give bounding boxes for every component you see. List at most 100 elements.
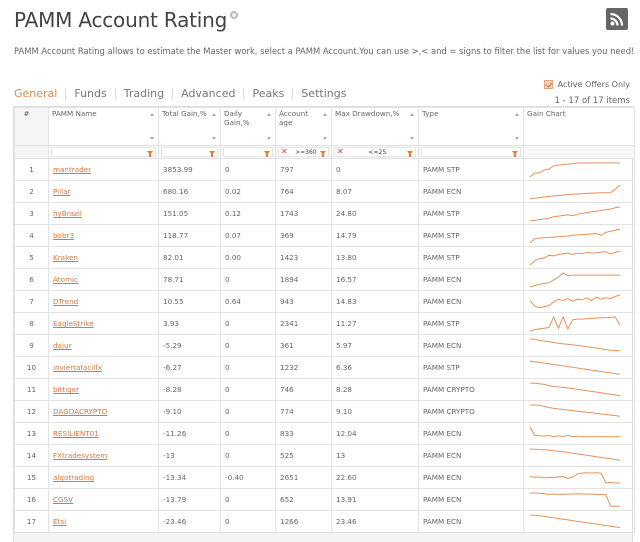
filter-input-type[interactable] — [421, 147, 521, 157]
tab-trading[interactable]: Trading — [116, 87, 172, 100]
total-gain-value: 78.71 — [163, 275, 184, 284]
total-gain-cell: 82.01 — [158, 246, 221, 269]
column-header-daily-gain[interactable]: Daily Gain,% — [220, 107, 276, 146]
max-drawdown-value: 14.83 — [336, 297, 357, 306]
tab-peaks[interactable]: Peaks — [244, 87, 292, 100]
column-label: # — [23, 109, 30, 118]
filter-input-name[interactable] — [51, 147, 156, 157]
filter-icon[interactable] — [407, 151, 413, 157]
filter-input-total-gain[interactable] — [161, 147, 218, 157]
table-row[interactable]: 16 CGSV -13.79 0 652 13.91 PAMM ECN — [14, 488, 635, 511]
table-row[interactable]: 11 bittiger -8.28 0 746 8.28 PAMM CRYPTO — [14, 378, 635, 401]
account-age-value: 652 — [280, 495, 294, 504]
total-gain-cell: -13.34 — [158, 466, 221, 489]
table-row[interactable]: 14 FXtradesystem -13 0 525 13 PAMM ECN — [14, 444, 635, 467]
sort-asc-icon[interactable] — [150, 113, 154, 116]
table-row[interactable]: 5 Kraken 82.01 0.00 1423 13.80 PAMM STP — [14, 246, 635, 269]
sort-desc-icon[interactable] — [267, 137, 271, 140]
column-header-pamm-name[interactable]: PAMM Name — [48, 107, 159, 146]
table-row[interactable]: 4 bobr3 118.77 0.07 369 14.79 PAMM STP — [14, 224, 635, 247]
column-header-type[interactable]: Type — [418, 107, 524, 146]
filter-input-account-age[interactable]: ✕ >=360 — [278, 147, 329, 157]
pamm-name-link[interactable]: DAGDACRYPTO — [53, 407, 107, 416]
account-type-cell: PAMM CRYPTO — [418, 400, 524, 423]
sort-asc-icon[interactable] — [267, 113, 271, 116]
pamm-name-link[interactable]: Etsi — [53, 517, 66, 526]
sort-asc-icon[interactable] — [323, 113, 327, 116]
table-row[interactable]: 1 mantrader 3853.99 0 797 0 PAMM STP — [14, 158, 635, 181]
column-header-max-drawdown[interactable]: Max Drawdown,% — [331, 107, 419, 146]
table-row[interactable]: 17 Etsi -23.46 0 1266 23.46 PAMM ECN — [14, 510, 635, 533]
max-drawdown-value: 13 — [336, 451, 346, 460]
pamm-name-link[interactable]: bobr3 — [53, 231, 74, 240]
filter-icon[interactable] — [147, 151, 153, 157]
pamm-name-link[interactable]: mantrader — [53, 165, 91, 174]
pamm-name-link[interactable]: bittiger — [53, 385, 79, 394]
tab-advanced[interactable]: Advanced — [173, 87, 243, 100]
pamm-name-link[interactable]: CGSV — [53, 495, 73, 504]
table-row[interactable]: 12 DAGDACRYPTO -9.10 0 774 9.10 PAMM CRYPTO — [14, 400, 635, 423]
pamm-name-link[interactable]: hyBrazil — [53, 209, 82, 218]
filter-icon[interactable] — [264, 151, 270, 157]
account-type-value: PAMM STP — [423, 165, 460, 174]
daily-gain-cell: 0 — [220, 444, 276, 467]
column-label: Type — [422, 109, 439, 118]
table-row[interactable]: 15 algotrading -13.34 -0.40 2651 22.60 PAMM EC… — [14, 466, 635, 489]
sort-desc-icon[interactable] — [150, 137, 154, 140]
pamm-name-link[interactable]: Atomic — [53, 275, 78, 284]
pamm-name-cell: bobr3 — [48, 224, 159, 247]
tab-funds[interactable]: Funds — [66, 87, 114, 100]
table-row[interactable]: 7 DTrend 10.55 0.64 943 14.83 PAMM ECN — [14, 290, 635, 313]
pamm-name-link[interactable]: EagleStrike — [53, 319, 94, 328]
pamm-name-link[interactable]: Pillar — [53, 187, 71, 196]
sort-desc-icon[interactable] — [515, 137, 519, 140]
table-row[interactable]: 3 hyBrazil 151.05 0.12 1743 24.80 PAMM STP — [14, 202, 635, 225]
tab-settings[interactable]: Settings — [293, 87, 354, 100]
sort-desc-icon[interactable] — [323, 137, 327, 140]
table-row[interactable]: 6 Atomic 78.71 0 1894 16.57 PAMM ECN — [14, 268, 635, 291]
rss-icon[interactable] — [606, 8, 628, 30]
filter-icon[interactable] — [320, 151, 326, 157]
sort-asc-icon[interactable] — [212, 113, 216, 116]
pamm-name-link[interactable]: Kraken — [53, 253, 78, 262]
filter-input-daily-gain[interactable] — [223, 147, 273, 157]
gain-sparkline-line — [529, 448, 621, 461]
clear-filter-icon[interactable]: ✕ — [281, 148, 288, 156]
row-number-cell: 10 — [14, 356, 49, 379]
sort-desc-icon[interactable] — [410, 137, 414, 140]
column-header-account-age[interactable]: Account age — [275, 107, 332, 146]
table-row[interactable]: 9 dajur -5.29 0 361 5.97 PAMM ECN — [14, 334, 635, 357]
table-row[interactable]: 8 EagleStrike 3.93 0 2341 11.27 PAMM STP — [14, 312, 635, 335]
column-label: Daily Gain,% — [224, 109, 250, 127]
row-number-cell: 16 — [14, 488, 49, 511]
max-drawdown-cell: 5.97 — [331, 334, 419, 357]
column-header-total-gain[interactable]: Total Gain,% — [158, 107, 221, 146]
filter-input-max-drawdown[interactable]: ✕ <=25 — [334, 147, 416, 157]
column-label: Max Drawdown,% — [335, 109, 400, 118]
filter-icon[interactable] — [512, 151, 518, 157]
sort-asc-icon[interactable] — [410, 113, 414, 116]
daily-gain-cell: -0.40 — [220, 466, 276, 489]
active-offers-toggle[interactable]: Active Offers Only — [543, 80, 630, 89]
clear-filter-icon[interactable]: ✕ — [337, 148, 344, 156]
gain-sparkline-line — [529, 184, 621, 199]
pamm-name-link[interactable]: dajur — [53, 341, 71, 350]
help-icon[interactable] — [230, 11, 239, 19]
filter-icon[interactable] — [209, 151, 215, 157]
gain-sparkline — [530, 404, 621, 417]
sort-desc-icon[interactable] — [212, 137, 216, 140]
table-row[interactable]: 2 Pillar 680.16 0.02 764 8.07 PAMM ECN — [14, 180, 635, 203]
pamm-name-link[interactable]: RESILIENT01 — [53, 429, 99, 438]
pamm-name-link[interactable]: FXtradesystem — [53, 451, 107, 460]
pamm-name-link[interactable]: algotrading — [53, 473, 94, 482]
account-age-value: 369 — [280, 231, 294, 240]
pamm-name-link[interactable]: inviertafacilfx — [53, 363, 102, 372]
table-row[interactable]: 13 RESILIENT01 -11.26 0 833 12.04 PAMM ECN — [14, 422, 635, 445]
account-age-value: 1894 — [280, 275, 299, 284]
sort-asc-icon[interactable] — [515, 113, 519, 116]
active-offers-checkbox[interactable] — [543, 80, 553, 89]
max-drawdown-value: 24.80 — [336, 209, 357, 218]
tab-general[interactable]: General — [14, 87, 65, 100]
pamm-name-link[interactable]: DTrend — [53, 297, 78, 306]
table-row[interactable]: 10 inviertafacilfx -6.27 0 1232 6.36 PAMM STP — [14, 356, 635, 379]
